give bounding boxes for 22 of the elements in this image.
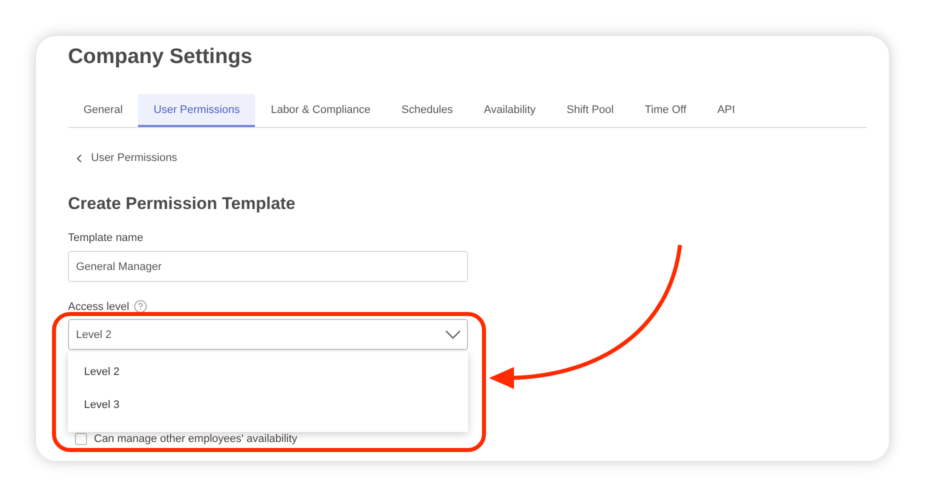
tab[interactable]: Availability	[468, 94, 552, 127]
tab[interactable]: General	[68, 94, 138, 127]
dropdown-option[interactable]: Level 2	[68, 359, 120, 385]
chevron-left-icon	[76, 154, 82, 162]
tab[interactable]: API	[702, 94, 751, 127]
page-title: Company Settings	[68, 44, 254, 70]
tab[interactable]: Time Off	[629, 94, 702, 127]
field-label: Template name	[68, 232, 144, 244]
help-icon	[134, 300, 148, 313]
back-link[interactable]: User Permissions	[76, 152, 178, 164]
dropdown-option[interactable]: Level 3	[68, 392, 120, 418]
tab[interactable]: User Permissions	[138, 94, 256, 127]
tab[interactable]: Schedules	[386, 94, 468, 127]
tab[interactable]: Labor & Compliance	[255, 94, 386, 127]
access-level-select[interactable]: Level 2	[68, 319, 468, 350]
checkbox[interactable]	[75, 433, 87, 445]
tab[interactable]: Shift Pool	[551, 94, 630, 127]
permission-label: Can manage other employees' availability	[94, 433, 298, 445]
template-name-field[interactable]: General Manager	[68, 251, 468, 282]
chevron-down-icon	[445, 330, 461, 339]
field-label: Access level	[68, 300, 130, 312]
form-heading: Create Permission Template	[68, 194, 296, 214]
